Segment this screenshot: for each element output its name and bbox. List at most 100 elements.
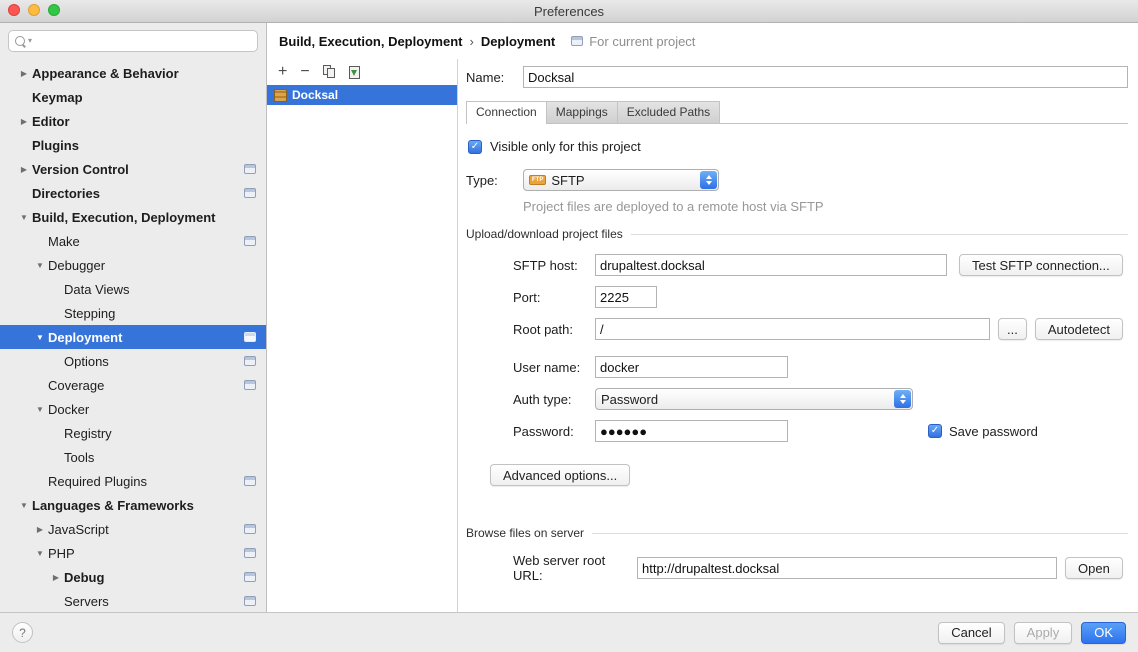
autodetect-button[interactable]: Autodetect <box>1035 318 1123 340</box>
sidebar-item-make[interactable]: Make <box>0 229 266 253</box>
tree-item-label: Debugger <box>48 258 105 273</box>
sidebar-item-javascript[interactable]: ▶ JavaScript <box>0 517 266 541</box>
remove-server-button[interactable]: − <box>300 64 309 80</box>
visible-only-checkbox[interactable]: ✓ <box>468 140 482 154</box>
sidebar-item-keymap[interactable]: Keymap <box>0 85 266 109</box>
sidebar-item-editor[interactable]: ▶ Editor <box>0 109 266 133</box>
add-server-button[interactable]: + <box>278 64 287 80</box>
type-select[interactable]: FTP SFTP <box>523 169 719 191</box>
minimize-window-button[interactable] <box>28 4 40 16</box>
sidebar-item-registry[interactable]: Registry <box>0 421 266 445</box>
sidebar-item-debug[interactable]: ▶ Debug <box>0 565 266 589</box>
sidebar-item-stepping[interactable]: Stepping <box>0 301 266 325</box>
tree-arrow-icon: ▶ <box>18 165 30 174</box>
sidebar-item-languages-frameworks[interactable]: ▼ Languages & Frameworks <box>0 493 266 517</box>
server-list-panel: + − Docksal <box>267 59 458 612</box>
tree-item-label: Docker <box>48 402 89 417</box>
sidebar-item-plugins[interactable]: Plugins <box>0 133 266 157</box>
root-path-input[interactable] <box>595 318 990 340</box>
import-icon <box>349 66 360 79</box>
current-project-icon <box>244 332 256 342</box>
sidebar-item-php[interactable]: ▼ PHP <box>0 541 266 565</box>
sftp-host-input[interactable] <box>595 254 947 276</box>
tree-arrow-icon: ▶ <box>50 573 62 582</box>
close-window-button[interactable] <box>8 4 20 16</box>
auth-type-select[interactable]: Password <box>595 388 913 410</box>
sidebar-item-version-control[interactable]: ▶ Version Control <box>0 157 266 181</box>
name-input[interactable] <box>523 66 1128 88</box>
ok-button[interactable]: OK <box>1081 622 1126 644</box>
current-project-icon <box>244 164 256 174</box>
deployment-server-icon <box>274 89 287 102</box>
zoom-window-button[interactable] <box>48 4 60 16</box>
password-label: Password: <box>513 424 595 439</box>
sidebar-item-required-plugins[interactable]: Required Plugins <box>0 469 266 493</box>
current-project-icon <box>571 36 583 46</box>
section-divider <box>592 533 1128 534</box>
tree-arrow-icon: ▼ <box>34 333 46 342</box>
type-help-text: Project files are deployed to a remote h… <box>523 199 1128 214</box>
browse-section-title: Browse files on server <box>466 526 584 540</box>
current-project-icon <box>244 596 256 606</box>
dialog-footer: ? Cancel Apply OK <box>0 612 1138 652</box>
sidebar-item-servers[interactable]: Servers <box>0 589 266 612</box>
sidebar-item-options[interactable]: Options <box>0 349 266 373</box>
server-list-item-docksal[interactable]: Docksal <box>267 85 457 105</box>
apply-button[interactable]: Apply <box>1014 622 1073 644</box>
tree-item-label: Debug <box>64 570 104 585</box>
port-input[interactable] <box>595 286 657 308</box>
current-project-icon <box>244 548 256 558</box>
auth-type-label: Auth type: <box>513 392 595 407</box>
sidebar-item-build-execution-deployment[interactable]: ▼ Build, Execution, Deployment <box>0 205 266 229</box>
browse-section-header: Browse files on server <box>466 526 1128 540</box>
tree-arrow-icon: ▼ <box>34 405 46 414</box>
copy-server-button[interactable] <box>323 65 336 79</box>
type-label: Type: <box>466 173 523 188</box>
sidebar-item-appearance-behavior[interactable]: ▶ Appearance & Behavior <box>0 61 266 85</box>
tree-arrow-icon: ▼ <box>34 549 46 558</box>
cancel-button[interactable]: Cancel <box>938 622 1004 644</box>
tree-item-label: Appearance & Behavior <box>32 66 179 81</box>
tree-arrow-icon: ▼ <box>18 213 30 222</box>
test-sftp-connection-button[interactable]: Test SFTP connection... <box>959 254 1123 276</box>
browse-root-path-button[interactable]: ... <box>998 318 1027 340</box>
sidebar-item-debugger[interactable]: ▼ Debugger <box>0 253 266 277</box>
breadcrumb-page: Deployment <box>481 34 555 49</box>
checkmark-icon: ✓ <box>471 142 479 152</box>
search-input[interactable]: ▾ <box>8 30 258 52</box>
current-project-icon <box>244 236 256 246</box>
tab-excluded-paths[interactable]: Excluded Paths <box>617 101 720 123</box>
tree-item-label: Build, Execution, Deployment <box>32 210 215 225</box>
main-area: Build, Execution, Deployment › Deploymen… <box>267 23 1138 612</box>
save-password-checkbox[interactable]: ✓ <box>928 424 942 438</box>
sidebar-item-deployment[interactable]: ▼ Deployment <box>0 325 266 349</box>
sidebar-item-docker[interactable]: ▼ Docker <box>0 397 266 421</box>
section-divider <box>631 234 1128 235</box>
sidebar-item-tools[interactable]: Tools <box>0 445 266 469</box>
tree-arrow-icon: ▼ <box>18 501 30 510</box>
advanced-options-button[interactable]: Advanced options... <box>490 464 630 486</box>
upload-section-title: Upload/download project files <box>466 227 623 241</box>
sidebar-item-directories[interactable]: Directories <box>0 181 266 205</box>
tab-mappings[interactable]: Mappings <box>546 101 618 123</box>
auth-type-value: Password <box>601 392 894 407</box>
visible-only-label: Visible only for this project <box>490 139 641 154</box>
tab-connection[interactable]: Connection <box>466 101 547 123</box>
tree-item-label: JavaScript <box>48 522 109 537</box>
password-input[interactable] <box>595 420 788 442</box>
sidebar-item-data-views[interactable]: Data Views <box>0 277 266 301</box>
settings-sidebar: ▾ ▶ Appearance & Behavior Keymap ▶ Edito… <box>0 23 267 612</box>
import-server-button[interactable] <box>349 66 360 79</box>
tree-item-label: Make <box>48 234 80 249</box>
web-root-input[interactable] <box>637 557 1057 579</box>
name-label: Name: <box>466 70 523 85</box>
breadcrumb-section[interactable]: Build, Execution, Deployment <box>279 34 462 49</box>
tab-label: Connection <box>476 105 537 119</box>
help-button[interactable]: ? <box>12 622 33 643</box>
sftp-host-label: SFTP host: <box>513 258 595 273</box>
sidebar-item-coverage[interactable]: Coverage <box>0 373 266 397</box>
current-project-icon <box>244 524 256 534</box>
tab-label: Mappings <box>556 105 608 119</box>
user-name-input[interactable] <box>595 356 788 378</box>
open-button[interactable]: Open <box>1065 557 1123 579</box>
